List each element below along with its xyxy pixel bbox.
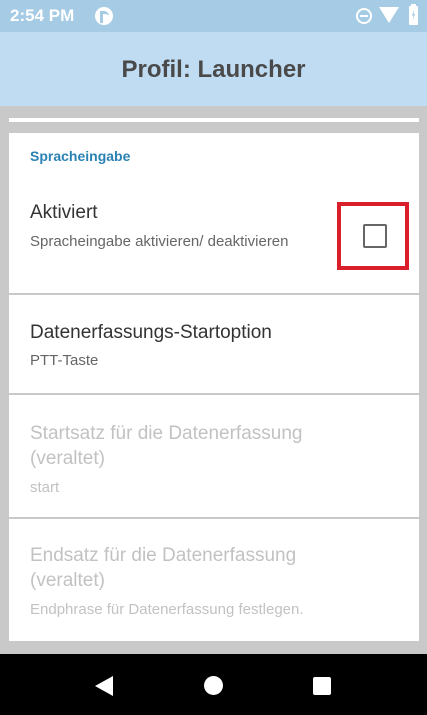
back-icon[interactable] bbox=[95, 676, 113, 696]
home-icon[interactable] bbox=[204, 676, 223, 695]
setting-startoption[interactable]: Datenerfassungs-Startoption PTT-Taste bbox=[9, 295, 419, 393]
settings-list[interactable]: Spracheingabe Aktiviert Spracheingabe ak… bbox=[0, 106, 427, 654]
setting-aktiviert[interactable]: Aktiviert Spracheingabe aktivieren/ deak… bbox=[9, 173, 419, 293]
navigation-bar bbox=[0, 654, 427, 715]
do-not-disturb-icon bbox=[356, 8, 372, 24]
wifi-band-label: 5 bbox=[393, 14, 398, 23]
page-title: Profil: Launcher bbox=[121, 56, 306, 83]
recents-icon[interactable] bbox=[313, 677, 331, 695]
list-top-divider bbox=[9, 118, 419, 122]
setting-title: Datenerfassungs-Startoption bbox=[30, 322, 272, 343]
setting-summary: PTT-Taste bbox=[30, 352, 99, 369]
battery-charging-icon bbox=[409, 4, 418, 25]
setting-title: Aktiviert bbox=[30, 202, 98, 223]
status-time: 2:54 PM bbox=[10, 6, 75, 25]
setting-summary: Spracheingabe aktivieren/ deaktivieren bbox=[30, 233, 289, 250]
app-bar: Profil: Launcher bbox=[0, 32, 427, 106]
aktiviert-checkbox[interactable] bbox=[363, 224, 387, 248]
app-notification-icon bbox=[95, 7, 113, 25]
setting-title: Endsatz für die Datenerfassung (veraltet… bbox=[30, 545, 297, 591]
setting-summary: Endphrase für Datenerfassung festlegen. bbox=[30, 601, 304, 618]
status-bar: 2:54 PM 5 bbox=[0, 0, 427, 32]
setting-summary: start bbox=[30, 479, 60, 496]
category-header: Spracheingabe bbox=[9, 133, 419, 173]
setting-startsatz: Startsatz für die Datenerfassung (veralt… bbox=[9, 395, 419, 517]
category-title: Spracheingabe bbox=[30, 148, 131, 164]
setting-endsatz: Endsatz für die Datenerfassung (veraltet… bbox=[9, 519, 419, 641]
setting-title: Startsatz für die Datenerfassung (veralt… bbox=[30, 423, 303, 469]
